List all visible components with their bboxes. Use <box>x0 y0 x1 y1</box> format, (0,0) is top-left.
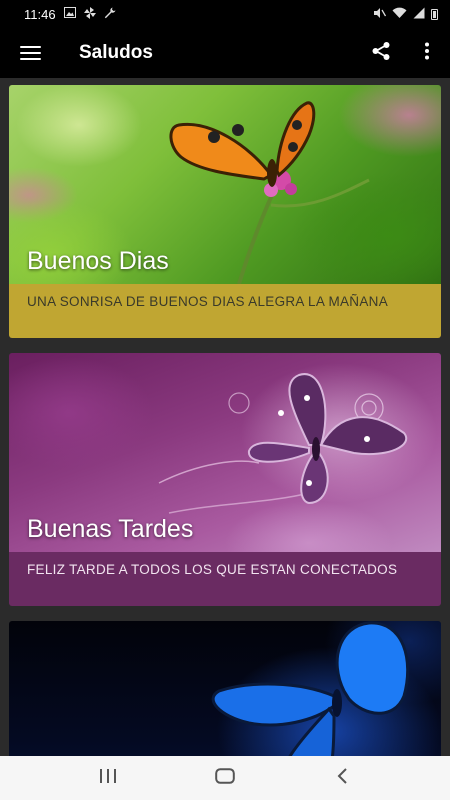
signal-icon <box>413 7 425 22</box>
status-time: 11:46 <box>24 6 56 22</box>
wrench-icon <box>104 7 116 22</box>
battery-icon <box>431 8 438 20</box>
app-title: Saludos <box>79 42 153 63</box>
status-left: 11:46 <box>24 6 116 22</box>
home-button[interactable] <box>195 756 255 800</box>
status-bar: 11:46 <box>0 0 450 28</box>
card-caption: UNA SONRISA DE BUENOS DIAS ALEGRA LA MAÑ… <box>9 284 441 338</box>
back-icon <box>336 767 348 789</box>
card-image: Buenas Tardes <box>9 353 441 552</box>
pinwheel-icon <box>83 6 96 22</box>
mute-icon <box>373 7 387 22</box>
recents-icon <box>99 768 117 788</box>
share-icon <box>371 41 391 66</box>
blue-butterfly-image <box>211 621 410 756</box>
system-nav-bar <box>0 756 450 800</box>
more-options-button[interactable] <box>404 28 450 78</box>
card-title: Buenos Dias <box>27 247 169 275</box>
app-actions <box>358 28 450 78</box>
greeting-card-blue-butterfly[interactable] <box>9 621 441 756</box>
card-caption: FELIZ TARDE A TODOS LOS QUE ESTAN CONECT… <box>9 552 441 606</box>
back-button[interactable] <box>312 756 372 800</box>
image-icon <box>63 7 76 21</box>
greetings-list[interactable]: Buenos Dias UNA SONRISA DE BUENOS DIAS A… <box>0 78 450 756</box>
greeting-card-buenos-dias[interactable]: Buenos Dias UNA SONRISA DE BUENOS DIAS A… <box>9 85 441 338</box>
card-title: Buenas Tardes <box>27 515 194 543</box>
app-bar: Saludos <box>0 28 450 78</box>
status-right <box>373 7 438 22</box>
home-icon <box>215 767 235 789</box>
hamburger-icon <box>19 46 41 60</box>
share-button[interactable] <box>358 28 404 78</box>
menu-button[interactable] <box>0 28 60 78</box>
greeting-card-buenas-tardes[interactable]: Buenas Tardes FELIZ TARDE A TODOS LOS QU… <box>9 353 441 606</box>
card-image <box>9 621 441 756</box>
recents-button[interactable] <box>78 756 138 800</box>
card-image: Buenos Dias <box>9 85 441 284</box>
more-vert-icon <box>424 42 430 65</box>
wifi-icon <box>392 7 407 22</box>
